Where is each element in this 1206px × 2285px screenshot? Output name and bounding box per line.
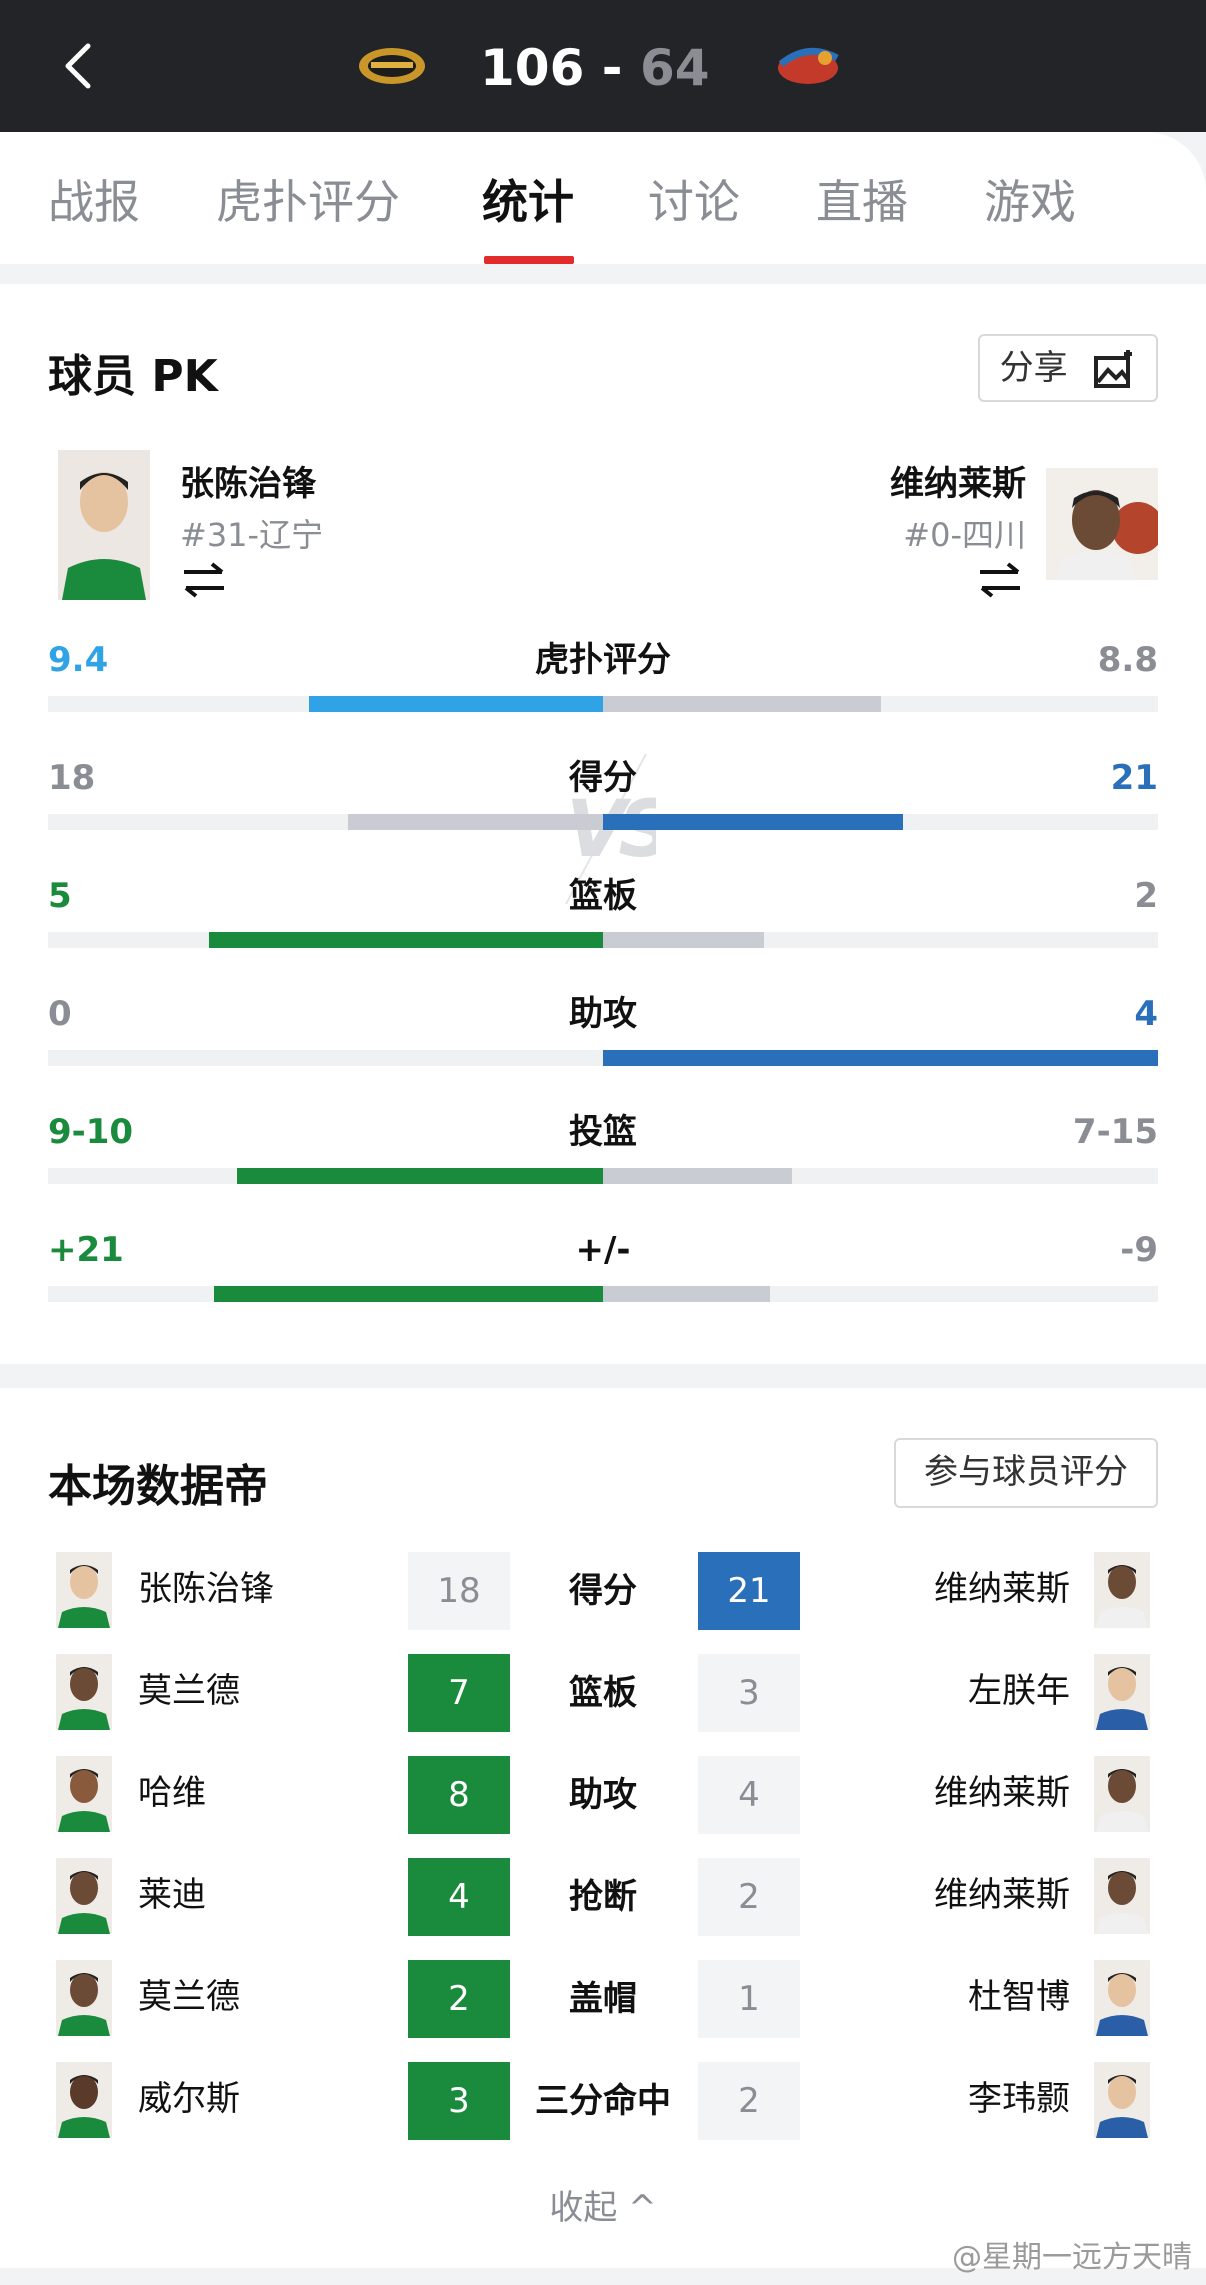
swap-arrows-icon — [184, 562, 224, 598]
leader-row[interactable]: 莱迪 4 抢断 2 维纳莱斯 — [48, 1858, 1158, 1938]
score-separator: - — [601, 39, 623, 97]
leader-row[interactable]: 莫兰德 7 篮板 3 左朕年 — [48, 1654, 1158, 1734]
chevron-left-icon — [65, 43, 91, 89]
home-score: 106 — [480, 39, 585, 97]
right-leader-avatar — [1094, 1654, 1150, 1730]
right-leader-avatar — [1094, 2062, 1150, 2138]
left-stat-bar — [214, 1286, 603, 1302]
player-pk-card: 球员 PK 分享 张陈治锋 #31-辽宁 VS 维纳莱斯 #0-四川 9.4虎扑… — [0, 284, 1206, 1364]
right-swap-button[interactable] — [978, 560, 1022, 610]
right-stat-bar — [603, 1050, 1158, 1066]
right-stat-value: -9 — [1120, 1230, 1158, 1270]
leader-row[interactable]: 张陈治锋 18 得分 21 维纳莱斯 — [48, 1552, 1158, 1632]
left-swap-button[interactable] — [182, 560, 226, 610]
right-leader-name[interactable]: 李玮颢 — [968, 2074, 1070, 2124]
swap-arrows-icon — [980, 562, 1020, 598]
image-share-icon — [1094, 349, 1133, 388]
right-stat-bar — [603, 696, 881, 712]
left-stat-bar — [209, 932, 603, 948]
home-team-logo — [357, 44, 427, 88]
right-stat-bar — [603, 932, 764, 948]
right-leader-name[interactable]: 维纳莱斯 — [934, 1768, 1070, 1818]
right-leader-value: 1 — [698, 1960, 800, 2038]
away-score: 64 — [639, 39, 710, 97]
right-stat-value: 4 — [1134, 994, 1158, 1034]
left-player-name[interactable]: 张陈治锋 — [180, 456, 316, 505]
right-leader-name[interactable]: 左朕年 — [968, 1666, 1070, 1716]
tab-live[interactable]: 直播 — [816, 172, 908, 232]
stat-label: 得分 — [569, 758, 637, 798]
tab-report[interactable]: 战报 — [48, 172, 140, 232]
share-button[interactable]: 分享 — [978, 334, 1158, 402]
right-stat-bar — [603, 814, 903, 830]
right-leader-avatar — [1094, 1552, 1150, 1628]
tab-games[interactable]: 游戏 — [984, 172, 1076, 232]
right-leader-avatar — [1094, 1960, 1150, 2036]
stat-label: 虎扑评分 — [535, 640, 671, 680]
tab-hupu-rating[interactable]: 虎扑评分 — [216, 172, 400, 232]
share-label: 分享 — [999, 348, 1068, 388]
pk-stat-row: 9.4 虎扑评分 8.8 — [48, 638, 1158, 728]
away-team-logo — [773, 44, 843, 88]
stat-label: 投篮 — [569, 1112, 637, 1152]
left-stat-bar — [348, 814, 603, 830]
right-stat-bar — [603, 1286, 770, 1302]
pk-stat-row: 5 篮板 2 — [48, 874, 1158, 964]
right-leader-value: 3 — [698, 1654, 800, 1732]
right-player-number: #0-四川 — [903, 516, 1026, 554]
collapse-button[interactable]: 收起 ^ — [0, 2180, 1206, 2229]
section-title-leaders: 本场数据帝 — [48, 1461, 268, 1512]
right-stat-value: 2 — [1134, 876, 1158, 916]
right-leader-value: 2 — [698, 2062, 800, 2140]
right-player-avatar — [1046, 468, 1158, 580]
right-leader-value: 2 — [698, 1858, 800, 1936]
right-leader-name[interactable]: 维纳莱斯 — [934, 1564, 1070, 1614]
left-stat-bar — [309, 696, 603, 712]
right-stat-value: 21 — [1110, 758, 1158, 798]
rate-players-button[interactable]: 参与球员评分 — [894, 1438, 1158, 1508]
right-stat-value: 8.8 — [1097, 640, 1158, 680]
leaders-card: 本场数据帝 参与球员评分 张陈治锋 18 得分 21 维纳莱斯 莫兰德 7 篮板 3 左朕年 哈维 8… — [0, 1388, 1206, 2268]
pk-stat-row: 9-10 投篮 7-15 — [48, 1110, 1158, 1200]
right-player-name[interactable]: 维纳莱斯 — [890, 456, 1026, 505]
active-tab-indicator — [484, 256, 574, 264]
back-button[interactable] — [58, 38, 98, 94]
tab-discussion[interactable]: 讨论 — [648, 172, 740, 232]
right-leader-value: 4 — [698, 1756, 800, 1834]
leader-row[interactable]: 莫兰德 2 盖帽 1 杜智博 — [48, 1960, 1158, 2040]
section-title-pk: 球员 PK — [48, 351, 218, 402]
pk-stat-row: +21 +/- -9 — [48, 1228, 1158, 1318]
pk-stat-row: 18 得分 21 — [48, 756, 1158, 846]
right-stat-bar — [603, 1168, 792, 1184]
right-leader-value: 21 — [698, 1552, 800, 1630]
leader-row[interactable]: 哈维 8 助攻 4 维纳莱斯 — [48, 1756, 1158, 1836]
stat-label: 篮板 — [569, 876, 637, 916]
left-player-number: #31-辽宁 — [180, 516, 324, 554]
stat-label: +/- — [575, 1230, 631, 1270]
game-header: 106 - 64 — [0, 0, 1206, 132]
right-leader-avatar — [1094, 1756, 1150, 1832]
tab-stats[interactable]: 统计 — [482, 172, 574, 232]
right-stat-value: 7-15 — [1072, 1112, 1158, 1152]
stat-label: 助攻 — [569, 994, 637, 1034]
watermark: @星期一远方天晴 — [952, 2240, 1192, 2275]
right-leader-avatar — [1094, 1858, 1150, 1934]
right-leader-name[interactable]: 杜智博 — [968, 1972, 1070, 2022]
score: 106 - 64 — [480, 30, 740, 106]
tab-bar: 战报 虎扑评分 统计 讨论 直播 游戏 — [0, 132, 1206, 264]
left-player-avatar — [58, 450, 150, 600]
right-leader-name[interactable]: 维纳莱斯 — [934, 1870, 1070, 1920]
left-stat-bar — [237, 1168, 603, 1184]
leader-row[interactable]: 威尔斯 3 三分命中 2 李玮颢 — [48, 2062, 1158, 2142]
pk-stat-row: 0 助攻 4 — [48, 992, 1158, 1082]
